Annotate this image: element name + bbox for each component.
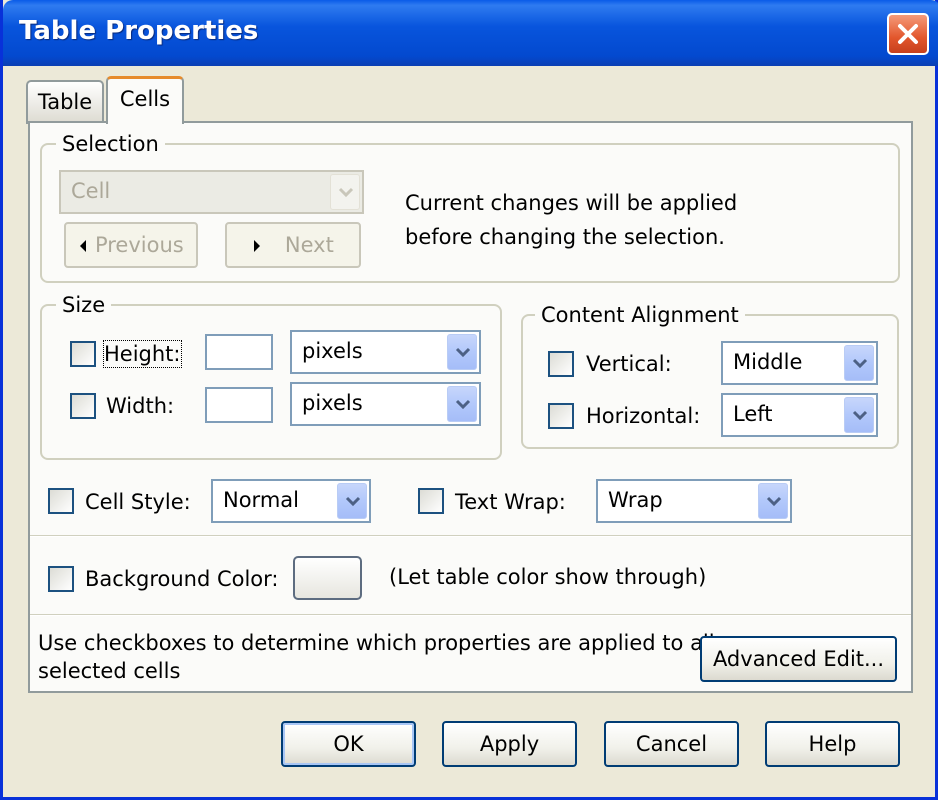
title-bar[interactable]: Table Properties xyxy=(3,0,938,66)
selection-legend: Selection xyxy=(56,132,165,156)
cell-style-arrow[interactable] xyxy=(337,483,367,519)
tab-cells-label: Cells xyxy=(119,87,171,111)
chevron-down-icon xyxy=(852,358,868,369)
horizontal-align-value: Left xyxy=(733,402,773,426)
separator-2 xyxy=(30,614,911,616)
next-button[interactable]: Next xyxy=(225,222,361,268)
cell-style-select[interactable]: Normal xyxy=(211,479,371,523)
width-input[interactable] xyxy=(205,387,273,423)
chevron-down-icon xyxy=(455,347,471,358)
close-icon xyxy=(898,24,918,44)
tab-cells[interactable]: Cells xyxy=(106,76,184,124)
cell-style-label: Cell Style: xyxy=(85,490,191,514)
vertical-align-arrow[interactable] xyxy=(844,345,874,381)
chevron-down-icon xyxy=(852,410,868,421)
vertical-align-select[interactable]: Middle xyxy=(721,341,878,385)
height-input[interactable] xyxy=(205,334,273,370)
selection-info-line2: before changing the selection. xyxy=(405,225,725,249)
content-alignment-legend: Content Alignment xyxy=(535,303,745,327)
footer-hint-line2: selected cells xyxy=(38,659,181,683)
horizontal-checkbox[interactable] xyxy=(548,403,574,429)
chevron-down-icon xyxy=(345,496,361,507)
text-wrap-checkbox[interactable] xyxy=(418,488,444,514)
background-color-checkbox[interactable] xyxy=(48,566,74,592)
text-wrap-arrow[interactable] xyxy=(758,483,788,519)
tab-table[interactable]: Table xyxy=(26,80,104,124)
text-wrap-select[interactable]: Wrap xyxy=(596,479,792,523)
background-color-note: (Let table color show through) xyxy=(389,565,707,589)
width-unit-arrow[interactable] xyxy=(447,386,477,422)
selection-dropdown-arrow[interactable] xyxy=(330,174,360,210)
chevron-down-icon xyxy=(338,187,354,198)
ok-button-label: OK xyxy=(333,732,364,756)
cell-style-checkbox[interactable] xyxy=(48,488,74,514)
height-unit-select[interactable]: pixels xyxy=(290,330,481,374)
advanced-edit-label: Advanced Edit... xyxy=(712,647,885,671)
vertical-align-value: Middle xyxy=(733,350,803,374)
height-unit-arrow[interactable] xyxy=(447,334,477,370)
width-label: Width: xyxy=(106,394,175,418)
help-button-label: Help xyxy=(808,732,857,756)
previous-button-label: Previous xyxy=(94,233,184,257)
horizontal-align-select[interactable]: Left xyxy=(721,393,878,437)
vertical-label: Vertical: xyxy=(586,352,672,376)
apply-button[interactable]: Apply xyxy=(442,721,577,767)
horizontal-align-arrow[interactable] xyxy=(844,397,874,433)
next-button-label: Next xyxy=(284,233,334,257)
text-wrap-value: Wrap xyxy=(608,488,663,512)
cancel-button-label: Cancel xyxy=(635,732,708,756)
height-checkbox[interactable] xyxy=(70,341,96,367)
cells-tab-panel: Selection Cell Previous Next Current cha… xyxy=(28,121,913,693)
separator-1 xyxy=(30,535,911,537)
triangle-left-icon xyxy=(80,240,87,252)
height-label: Height: xyxy=(103,340,182,368)
width-unit-value: pixels xyxy=(302,391,363,415)
footer-hint-line1: Use checkboxes to determine which proper… xyxy=(38,631,715,655)
vertical-checkbox[interactable] xyxy=(548,351,574,377)
apply-button-label: Apply xyxy=(479,732,540,756)
tab-table-label: Table xyxy=(37,90,93,114)
selection-info-line1: Current changes will be applied xyxy=(405,191,738,215)
cancel-button[interactable]: Cancel xyxy=(604,721,739,767)
table-properties-dialog: Table Properties Table Cells Selection C… xyxy=(0,0,938,800)
text-wrap-label: Text Wrap: xyxy=(455,490,566,514)
horizontal-label: Horizontal: xyxy=(586,404,701,428)
width-checkbox[interactable] xyxy=(70,393,96,419)
height-unit-value: pixels xyxy=(302,339,363,363)
background-color-label: Background Color: xyxy=(85,567,279,591)
window-title: Table Properties xyxy=(19,16,259,46)
close-button[interactable] xyxy=(887,13,929,55)
ok-button[interactable]: OK xyxy=(281,721,416,767)
background-color-swatch-button[interactable] xyxy=(293,556,362,600)
chevron-down-icon xyxy=(455,399,471,410)
selection-dropdown[interactable]: Cell xyxy=(59,170,364,214)
width-unit-select[interactable]: pixels xyxy=(290,382,481,426)
advanced-edit-button[interactable]: Advanced Edit... xyxy=(700,636,897,682)
size-legend: Size xyxy=(56,293,112,317)
chevron-down-icon xyxy=(766,496,782,507)
selection-dropdown-value: Cell xyxy=(71,179,111,203)
previous-button[interactable]: Previous xyxy=(64,222,198,268)
triangle-right-icon xyxy=(254,240,261,252)
cell-style-value: Normal xyxy=(223,488,299,512)
help-button[interactable]: Help xyxy=(765,721,900,767)
